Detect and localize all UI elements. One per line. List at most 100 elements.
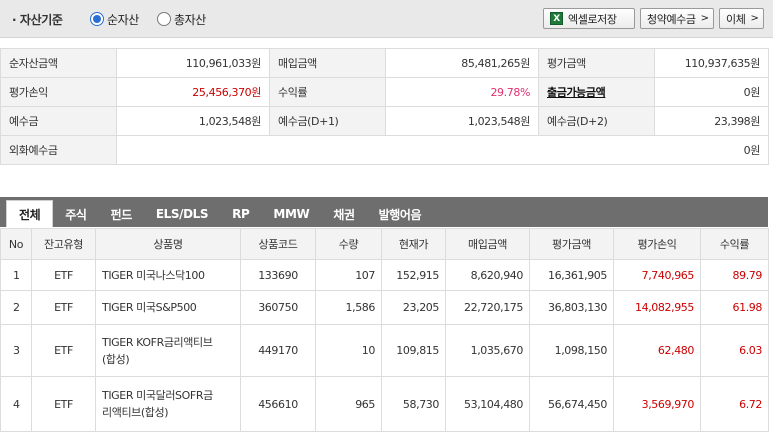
cell-qty: 10 [315, 324, 382, 377]
col-header-eval: 평가금액 [529, 228, 614, 260]
cell-name: TIGER 미국S&P500 [95, 290, 241, 325]
subscription-deposit-label: 청약예수금 [647, 12, 696, 26]
deposit-value: 1,023,548원 [116, 106, 270, 136]
excel-save-button[interactable]: X 엑셀로저장 [543, 8, 635, 29]
product-tabs: 전체 주식 펀드 ELS/DLS RP MMW 채권 발행어음 [0, 197, 768, 227]
table-row[interactable]: 2 ETF TIGER 미국S&P500 360750 1,586 23,205… [0, 290, 769, 325]
chevron-right-icon: > [750, 13, 759, 24]
radio-checked-icon [90, 12, 104, 26]
cell-type: ETF [31, 376, 96, 432]
asset-summary-table: 순자산금액 110,961,033원 매입금액 85,481,265원 평가금액… [0, 48, 769, 165]
eval-pnl-value: 25,456,370원 [116, 77, 270, 107]
asset-basis-bar: · 자산기준 순자산 총자산 X 엑셀로저장 청약예수금 > 이체 > [0, 0, 773, 38]
cell-return: 6.03 [700, 324, 769, 377]
tab-bond[interactable]: 채권 [321, 201, 366, 227]
col-header-return: 수익률 [700, 228, 769, 260]
radio-unchecked-icon [157, 12, 171, 26]
deposit-label: 예수금 [0, 106, 117, 136]
col-header-qty: 수량 [315, 228, 382, 260]
purchase-amount-value: 85,481,265원 [385, 48, 539, 78]
chevron-right-icon: > [700, 13, 709, 24]
net-asset-label: 순자산금액 [0, 48, 117, 78]
cell-code: 360750 [240, 290, 316, 325]
cell-purchase: 22,720,175 [445, 290, 530, 325]
cell-purchase: 8,620,940 [445, 259, 530, 291]
cell-price: 109,815 [381, 324, 446, 377]
cell-code: 133690 [240, 259, 316, 291]
tab-issued-note[interactable]: 발행어음 [367, 201, 434, 227]
cell-eval: 16,361,905 [529, 259, 614, 291]
cell-type: ETF [31, 324, 96, 377]
cell-eval: 56,674,450 [529, 376, 614, 432]
fx-deposit-label: 외화예수금 [0, 135, 117, 165]
cell-purchase: 1,035,670 [445, 324, 530, 377]
radio-total-asset-label: 총자산 [174, 12, 206, 27]
tab-els-dls[interactable]: ELS/DLS [144, 201, 220, 227]
cell-qty: 1,586 [315, 290, 382, 325]
cell-code: 456610 [240, 376, 316, 432]
withdrawable-amount-value: 0원 [654, 77, 769, 107]
cell-no: 1 [0, 259, 32, 291]
cell-pnl: 7,740,965 [613, 259, 701, 291]
deposit-d2-value: 23,398원 [654, 106, 769, 136]
fx-deposit-value: 0원 [116, 135, 769, 165]
holdings-header-row: No 잔고유형 상품명 상품코드 수량 현재가 매입금액 평가금액 평가손익 수… [0, 228, 769, 260]
withdrawable-amount-link[interactable]: 출금가능금액 [538, 77, 655, 107]
radio-total-asset[interactable]: 총자산 [157, 10, 206, 28]
cell-return: 89.79 [700, 259, 769, 291]
tab-rp[interactable]: RP [220, 201, 261, 227]
cell-qty: 965 [315, 376, 382, 432]
cell-name: TIGER 미국나스닥100 [95, 259, 241, 291]
eval-amount-value: 110,937,635원 [654, 48, 769, 78]
cell-type: ETF [31, 259, 96, 291]
transfer-button[interactable]: 이체 > [719, 8, 764, 29]
return-rate-label: 수익률 [269, 77, 386, 107]
cell-name: TIGER KOFR금리액티브 (합성) [95, 324, 241, 377]
col-header-price: 현재가 [381, 228, 446, 260]
cell-pnl: 14,082,955 [613, 290, 701, 325]
cell-qty: 107 [315, 259, 382, 291]
cell-purchase: 53,104,480 [445, 376, 530, 432]
col-header-purchase: 매입금액 [445, 228, 530, 260]
cell-price: 152,915 [381, 259, 446, 291]
col-header-type: 잔고유형 [31, 228, 96, 260]
cell-no: 4 [0, 376, 32, 432]
col-header-name: 상품명 [95, 228, 241, 260]
deposit-d1-value: 1,023,548원 [385, 106, 539, 136]
purchase-amount-label: 매입금액 [269, 48, 386, 78]
radio-net-asset[interactable]: 순자산 [90, 10, 139, 28]
tab-stock[interactable]: 주식 [53, 201, 98, 227]
col-header-no: No [0, 228, 32, 260]
excel-save-label: 엑셀로저장 [568, 12, 617, 26]
holdings-table: No 잔고유형 상품명 상품코드 수량 현재가 매입금액 평가금액 평가손익 수… [0, 228, 769, 432]
transfer-label: 이체 [726, 12, 746, 26]
subscription-deposit-button[interactable]: 청약예수금 > [640, 8, 714, 29]
cell-price: 23,205 [381, 290, 446, 325]
cell-return: 61.98 [700, 290, 769, 325]
return-rate-value: 29.78% [385, 77, 539, 107]
cell-eval: 36,803,130 [529, 290, 614, 325]
table-row[interactable]: 4 ETF TIGER 미국달러SOFR금 리액티브(합성) 456610 96… [0, 376, 769, 432]
table-row[interactable]: 3 ETF TIGER KOFR금리액티브 (합성) 449170 10 109… [0, 324, 769, 377]
cell-price: 58,730 [381, 376, 446, 432]
cell-return: 6.72 [700, 376, 769, 432]
eval-pnl-label: 평가손익 [0, 77, 117, 107]
cell-type: ETF [31, 290, 96, 325]
deposit-d2-label: 예수금(D+2) [538, 106, 655, 136]
eval-amount-label: 평가금액 [538, 48, 655, 78]
deposit-d1-label: 예수금(D+1) [269, 106, 386, 136]
tab-mmw[interactable]: MMW [261, 201, 321, 227]
col-header-pnl: 평가손익 [613, 228, 701, 260]
col-header-code: 상품코드 [240, 228, 316, 260]
excel-icon: X [550, 12, 563, 25]
cell-name: TIGER 미국달러SOFR금 리액티브(합성) [95, 376, 241, 432]
cell-pnl: 62,480 [613, 324, 701, 377]
cell-no: 3 [0, 324, 32, 377]
table-row[interactable]: 1 ETF TIGER 미국나스닥100 133690 107 152,915 … [0, 259, 769, 291]
radio-net-asset-label: 순자산 [107, 12, 139, 27]
net-asset-value: 110,961,033원 [116, 48, 270, 78]
tab-all[interactable]: 전체 [6, 200, 54, 227]
cell-pnl: 3,569,970 [613, 376, 701, 432]
tab-fund[interactable]: 펀드 [99, 201, 144, 227]
cell-eval: 1,098,150 [529, 324, 614, 377]
